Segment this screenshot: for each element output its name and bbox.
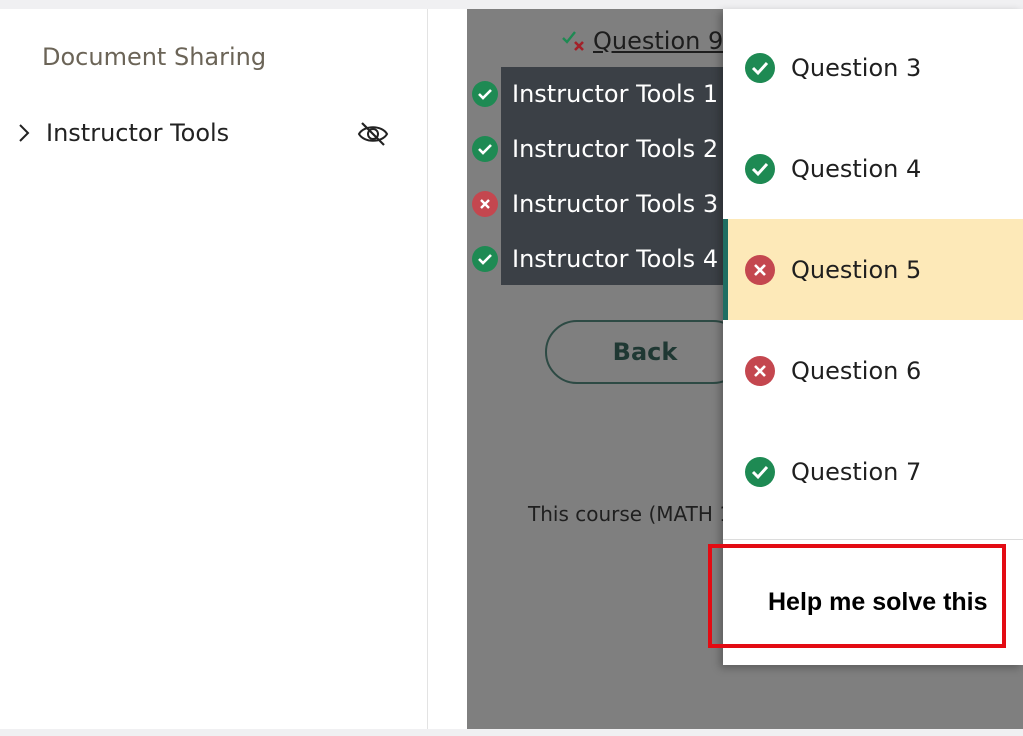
question-item-6[interactable]: Question 6 bbox=[723, 320, 1023, 421]
instructor-tools-item[interactable]: Instructor Tools 1 bbox=[472, 74, 718, 114]
instructor-tools-label: Instructor Tools 2 bbox=[512, 135, 719, 163]
question-item-5-active[interactable]: Question 5 bbox=[723, 219, 1023, 320]
check-circle-icon bbox=[745, 456, 775, 487]
bottom-strip bbox=[0, 729, 1023, 736]
chevron-right-icon[interactable] bbox=[14, 121, 34, 145]
question-9-link[interactable]: Question 9 bbox=[561, 27, 723, 55]
course-info-text: This course (MATH 1 bbox=[528, 502, 732, 526]
check-circle-icon bbox=[745, 153, 775, 184]
instructor-tools-label: Instructor Tools 4 bbox=[512, 245, 719, 273]
question-label: Question 3 bbox=[791, 53, 922, 82]
question-label: Question 6 bbox=[791, 356, 922, 385]
question-item-7[interactable]: Question 7 bbox=[723, 421, 1023, 522]
question-item-3[interactable]: Question 3 bbox=[723, 17, 1023, 118]
question-9-label: Question 9 bbox=[593, 27, 724, 55]
annotation-highlight-box bbox=[708, 544, 1006, 648]
instructor-tools-item[interactable]: Instructor Tools 2 bbox=[472, 129, 718, 169]
sidebar-item-instructor-tools[interactable]: Instructor Tools bbox=[14, 113, 404, 153]
top-strip bbox=[0, 0, 1023, 9]
partial-check-icon bbox=[561, 28, 587, 54]
check-circle-icon bbox=[745, 52, 775, 83]
instructor-tools-label: Instructor Tools 1 bbox=[512, 80, 719, 108]
eye-slash-icon[interactable] bbox=[356, 119, 390, 149]
check-circle-icon bbox=[472, 81, 498, 107]
instructor-tools-tooltip: Instructor Tools 1 Instructor Tools 2 In… bbox=[467, 67, 727, 285]
instructor-tools-item[interactable]: Instructor Tools 3 bbox=[472, 184, 718, 224]
check-circle-icon bbox=[472, 136, 498, 162]
instructor-tools-item[interactable]: Instructor Tools 4 bbox=[472, 239, 718, 279]
question-label: Question 5 bbox=[791, 255, 922, 284]
sidebar: Document Sharing Instructor Tools bbox=[0, 9, 428, 729]
question-label: Question 4 bbox=[791, 154, 922, 183]
instructor-tools-label: Instructor Tools 3 bbox=[512, 190, 719, 218]
back-button[interactable]: Back bbox=[545, 320, 745, 384]
sidebar-heading-document-sharing[interactable]: Document Sharing bbox=[42, 43, 266, 71]
question-label: Question 7 bbox=[791, 457, 922, 486]
x-circle-icon bbox=[745, 355, 775, 386]
x-circle-icon bbox=[745, 254, 775, 285]
sidebar-item-label: Instructor Tools bbox=[46, 119, 230, 147]
x-circle-icon bbox=[472, 191, 498, 217]
check-circle-icon bbox=[472, 246, 498, 272]
question-item-4[interactable]: Question 4 bbox=[723, 118, 1023, 219]
